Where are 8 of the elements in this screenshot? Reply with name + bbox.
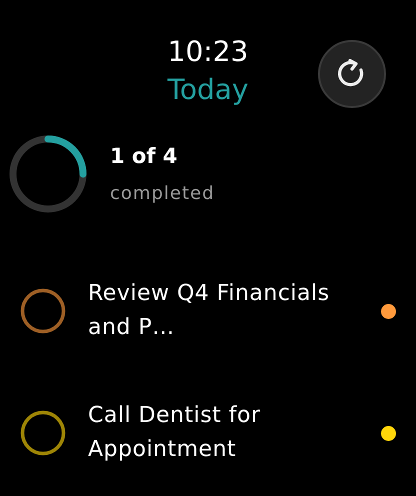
progress-count: 1 of 4 [110, 142, 178, 170]
checkbox-circle[interactable] [20, 410, 66, 456]
progress-label: completed [110, 182, 215, 206]
checkbox-circle[interactable] [20, 288, 66, 334]
task-title[interactable]: Review Q4 Financials and P… [88, 276, 348, 346]
time: 10:23 [166, 34, 250, 66]
screen-title: Today [166, 76, 250, 104]
task-title[interactable]: Call Dentist for Appointment [88, 398, 348, 468]
